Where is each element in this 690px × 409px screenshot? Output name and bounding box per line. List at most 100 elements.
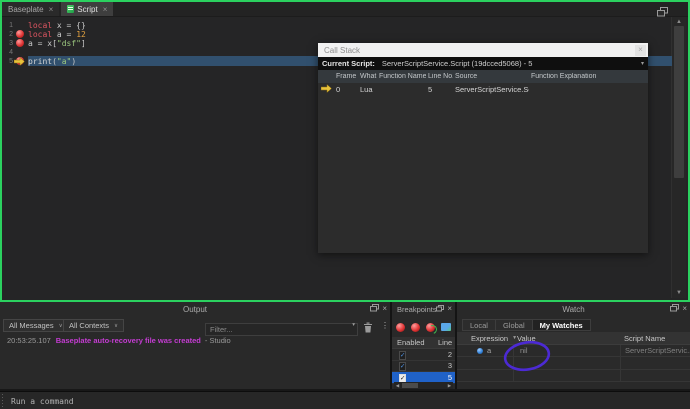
watch-row[interactable]: anilServerScriptServic...	[457, 345, 690, 357]
code-token: a = x[	[28, 39, 57, 48]
filter-input[interactable]	[205, 323, 358, 336]
code-line[interactable]: 1 local x = {}	[2, 21, 672, 30]
call-stack-titlebar[interactable]: Call Stack ×	[318, 43, 648, 57]
log-source: - Studio	[205, 336, 231, 345]
breakpoints-table: Enabled Line ✓2✓3✓5	[392, 337, 455, 384]
breakpoints-hscrollbar[interactable]: ◀ ▶	[394, 382, 453, 389]
breakpoint-marker-icon[interactable]	[16, 39, 24, 47]
editor-scrollbar[interactable]: ▲ ▼	[671, 17, 686, 298]
close-icon[interactable]: ×	[682, 304, 687, 314]
chevron-down-icon[interactable]: ▾	[352, 322, 355, 328]
breakpoint-gutter[interactable]	[13, 57, 28, 66]
watch-titlebar[interactable]: Watch ×	[457, 302, 690, 317]
checkbox[interactable]: ✓	[399, 362, 406, 371]
chevron-down-icon[interactable]: ▾	[641, 60, 644, 67]
code-token: a =	[52, 30, 76, 39]
breakpoint-row[interactable]: ✓2	[392, 349, 455, 361]
breakpoint-gutter[interactable]	[13, 39, 28, 48]
expression-cell	[463, 370, 513, 381]
code-line[interactable]: 2local a = 12	[2, 30, 672, 39]
command-input[interactable]	[9, 393, 673, 409]
line-cell: 3	[438, 361, 455, 370]
menu-icon[interactable]: ⋮	[381, 320, 389, 331]
float-window-icon[interactable]	[657, 4, 668, 22]
col-value[interactable]: Value	[513, 334, 620, 343]
output-toolbar: All Messages ∨ All Contexts ∨ ▾ ⋮	[0, 319, 390, 334]
line-number: 4	[2, 48, 13, 57]
line-number: 3	[2, 39, 13, 48]
watch-header: Expression ▼ Value Script Name	[457, 332, 690, 345]
scroll-left-icon[interactable]: ◀	[394, 382, 401, 389]
code-token: "a"	[57, 57, 71, 66]
watch-variable-icon	[477, 348, 483, 354]
hscrollbar-thumb[interactable]	[402, 383, 418, 388]
line-number: 5	[2, 57, 13, 66]
close-icon[interactable]: ×	[382, 304, 387, 314]
call-stack-cell: ServerScriptService.Script	[453, 85, 529, 94]
code-token: ]	[81, 39, 86, 48]
code-text: local x = {}	[28, 21, 86, 30]
delete-breakpoint-icon[interactable]	[396, 323, 405, 332]
current-script-dropdown[interactable]: Current Script: ServerScriptService.Scri…	[318, 57, 648, 70]
log-entry[interactable]: 20:53:25.107Baseplate auto-recovery file…	[0, 336, 390, 346]
code-token: local	[28, 21, 52, 30]
breakpoints-titlebar[interactable]: Breakpoints ×	[392, 302, 455, 317]
breakpoint-marker-icon[interactable]	[16, 30, 24, 38]
call-stack-rows: 0Lua5ServerScriptService.Script	[318, 83, 648, 96]
close-icon[interactable]: ×	[635, 45, 646, 56]
roblox-studio-window: Baseplate×Script× 1 local x = {}2local a …	[0, 0, 690, 409]
output-titlebar[interactable]: Output ×	[0, 302, 390, 317]
watch-row-empty[interactable]	[457, 357, 690, 369]
enable-disable-breakpoints-icon[interactable]	[426, 323, 435, 332]
tab-local[interactable]: Local	[462, 319, 496, 331]
watch-table: Expression ▼ Value Script Name anilServe…	[457, 332, 690, 382]
call-stack-cell: 5	[426, 85, 453, 94]
messages-filter-dropdown[interactable]: All Messages ∨	[3, 319, 69, 332]
tab-global[interactable]: Global	[495, 319, 533, 331]
messages-filter-label: All Messages	[9, 321, 54, 330]
code-token: print	[28, 57, 52, 66]
editor-tabbar: Baseplate×Script×	[2, 2, 688, 17]
tab-script[interactable]: Script×	[61, 2, 113, 16]
watch-row-empty[interactable]	[457, 370, 690, 382]
call-stack-row[interactable]: 0Lua5ServerScriptService.Script	[318, 83, 648, 96]
float-panel-icon[interactable]	[670, 304, 679, 314]
close-icon[interactable]: ×	[447, 304, 452, 314]
code-token: "dsf"	[57, 39, 81, 48]
call-stack-cell: Lua	[358, 85, 377, 94]
value-cell: nil	[513, 345, 620, 356]
filter-input-wrap: ▾	[205, 319, 358, 332]
tab-baseplate[interactable]: Baseplate×	[2, 2, 59, 16]
open-script-icon[interactable]	[441, 323, 451, 331]
checkbox[interactable]: ✓	[399, 351, 406, 360]
col-expression[interactable]: Expression ▼	[463, 334, 513, 343]
log-timestamp: 20:53:25.107	[7, 336, 51, 345]
breakpoint-gutter[interactable]	[13, 30, 28, 39]
breakpoint-gutter[interactable]	[13, 48, 28, 57]
line-cell: 5	[438, 373, 455, 382]
breakpoint-row[interactable]: ✓3	[392, 361, 455, 373]
tab-my-watches[interactable]: My Watches	[532, 319, 591, 331]
scroll-down-icon[interactable]: ▼	[672, 289, 686, 297]
contexts-filter-label: All Contexts	[69, 321, 109, 330]
tab-close-icon[interactable]: ×	[103, 5, 108, 14]
breakpoints-panel: Breakpoints × Enabled Line ✓2✓3✓5	[392, 302, 455, 389]
col-script-name[interactable]: Script Name	[620, 334, 690, 343]
tab-close-icon[interactable]: ×	[49, 5, 54, 14]
line-number: 1	[2, 21, 13, 30]
watch-panel: Watch × LocalGlobalMy Watches Expression…	[457, 302, 690, 389]
code-text: local a = 12	[28, 30, 86, 39]
delete-all-breakpoints-icon[interactable]	[411, 323, 420, 332]
col-line: Line	[438, 338, 455, 347]
expression-text: a	[487, 346, 491, 355]
breakpoint-gutter[interactable]	[13, 21, 28, 30]
col-enabled: Enabled	[397, 338, 438, 347]
output-log[interactable]: 20:53:25.107Baseplate auto-recovery file…	[0, 336, 390, 346]
scroll-up-icon[interactable]: ▲	[672, 18, 686, 26]
scrollbar-thumb[interactable]	[674, 26, 684, 178]
scroll-right-icon[interactable]: ▶	[446, 382, 453, 389]
drag-handle[interactable]	[2, 394, 3, 408]
float-panel-icon[interactable]	[370, 304, 379, 314]
contexts-filter-dropdown[interactable]: All Contexts ∨	[63, 319, 124, 332]
float-panel-icon[interactable]	[436, 305, 444, 314]
